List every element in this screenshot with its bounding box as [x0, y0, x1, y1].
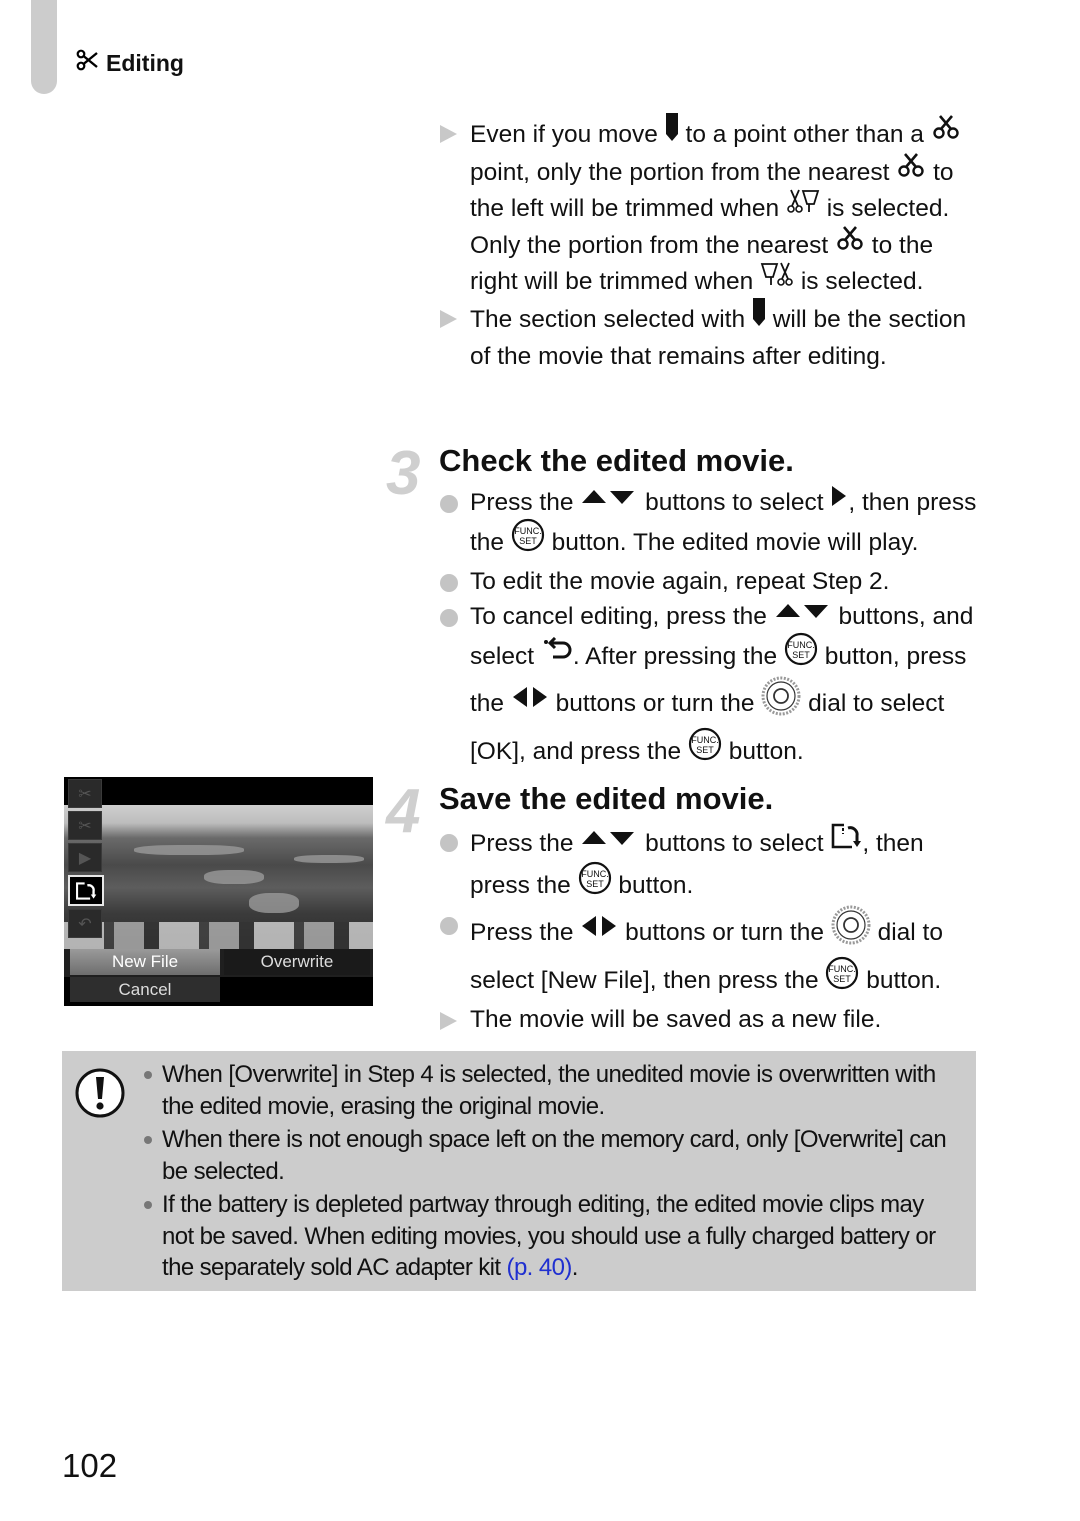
caution-box: When [Overwrite] in Step 4 is selected, …: [62, 1051, 976, 1291]
step-title: Save the edited movie.: [439, 781, 774, 816]
chapter-tab: [31, 0, 57, 94]
caution-list: When [Overwrite] in Step 4 is selected, …: [144, 1059, 959, 1286]
play-icon: [830, 483, 848, 518]
up-down-arrows-icon: [580, 483, 638, 518]
trim-notes: Even if you move to a point other than a…: [440, 113, 985, 374]
step-item: To edit the movie again, repeat Step 2.: [440, 565, 985, 600]
trim-right-icon[interactable]: ✂: [68, 811, 102, 840]
cancel-return-icon: [541, 636, 573, 672]
svg-text:SET: SET: [834, 974, 852, 984]
control-dial-icon: [761, 676, 801, 727]
caution-item: If the battery is depleted partway throu…: [144, 1189, 959, 1284]
step-item: Press the buttons or turn the dial to se…: [440, 905, 985, 1003]
scissors-icon: [931, 114, 961, 151]
camera-screen: ✂ ✂ ▶ ↶ New File Overwrite Cancel: [64, 777, 373, 1006]
step-number: 3: [386, 439, 421, 508]
overwrite-option[interactable]: Overwrite: [224, 949, 370, 975]
trim-right-icon: [760, 261, 794, 298]
bullet-dot-icon: [440, 609, 458, 628]
page-reference-link[interactable]: (p. 40): [507, 1254, 573, 1281]
step-title: Check the edited movie.: [439, 443, 794, 478]
func-set-button-icon: FUNC. SET: [578, 861, 612, 906]
step-item: Press the buttons to select , then press…: [440, 486, 985, 565]
step-item: The movie will be saved as a new file.: [440, 1003, 985, 1038]
scissors-icon: [76, 48, 100, 78]
left-right-arrows-icon: [511, 684, 549, 719]
svg-text:FUNC.: FUNC.: [829, 964, 857, 974]
func-set-button-icon: FUNC. SET: [825, 956, 859, 1001]
save-icon: [830, 822, 862, 861]
func-set-button-icon: FUNC. SET: [688, 727, 722, 772]
marker-icon: [752, 297, 766, 337]
svg-text:FUNC.: FUNC.: [691, 735, 719, 745]
svg-text:SET: SET: [792, 650, 810, 660]
trim-left-icon[interactable]: ✂: [68, 779, 102, 808]
svg-text:SET: SET: [586, 879, 604, 889]
save-icon[interactable]: [68, 875, 104, 906]
page-number: 102: [62, 1447, 118, 1484]
scissors-icon: [896, 152, 926, 189]
caution-item: When there is not enough space left on t…: [144, 1124, 959, 1187]
left-right-arrows-icon: [580, 913, 618, 948]
bullet-dot-icon: [440, 917, 458, 936]
note-item: Even if you move to a point other than a…: [440, 113, 985, 301]
step-item: Press the buttons to select , then press…: [440, 822, 985, 908]
bullet-dot-icon: [440, 834, 458, 852]
bullet-dot-icon: [440, 574, 458, 593]
svg-text:FUNC.: FUNC.: [514, 526, 542, 536]
result-triangle-icon: [440, 1012, 457, 1031]
up-down-arrows-icon: [580, 824, 638, 859]
cancel-option[interactable]: Cancel: [70, 977, 220, 1002]
step-item: To cancel editing, press the buttons, an…: [440, 600, 985, 775]
result-triangle-icon: [440, 125, 457, 143]
trim-left-icon: [786, 188, 820, 225]
caution-item: When [Overwrite] in Step 4 is selected, …: [144, 1059, 959, 1122]
section-header: Editing: [76, 48, 184, 78]
step-number: 4: [386, 777, 421, 846]
note-item: The section selected with will be the se…: [440, 297, 985, 374]
control-dial-icon: [831, 905, 871, 956]
result-triangle-icon: [440, 309, 457, 328]
bullet-dot-icon: [440, 495, 458, 513]
new-file-option[interactable]: New File: [70, 949, 220, 975]
svg-text:FUNC.: FUNC.: [581, 869, 609, 879]
play-icon[interactable]: ▶: [68, 843, 102, 872]
scissors-icon: [835, 225, 865, 262]
caution-icon: [74, 1067, 126, 1124]
section-title: Editing: [106, 49, 184, 76]
marker-icon: [665, 113, 679, 152]
camera-side-menu: ✂ ✂ ▶ ↶: [68, 779, 104, 941]
svg-text:SET: SET: [519, 536, 537, 546]
svg-text:FUNC.: FUNC.: [787, 640, 815, 650]
houses: [64, 922, 373, 952]
cancel-return-icon[interactable]: ↶: [68, 909, 102, 938]
step-4-items: Press the buttons to select , then press…: [440, 822, 985, 1038]
func-set-button-icon: FUNC. SET: [511, 518, 545, 563]
func-set-button-icon: FUNC. SET: [784, 632, 818, 677]
step-3-items: Press the buttons to select , then press…: [440, 486, 985, 775]
up-down-arrows-icon: [774, 597, 832, 632]
svg-text:SET: SET: [696, 745, 714, 755]
